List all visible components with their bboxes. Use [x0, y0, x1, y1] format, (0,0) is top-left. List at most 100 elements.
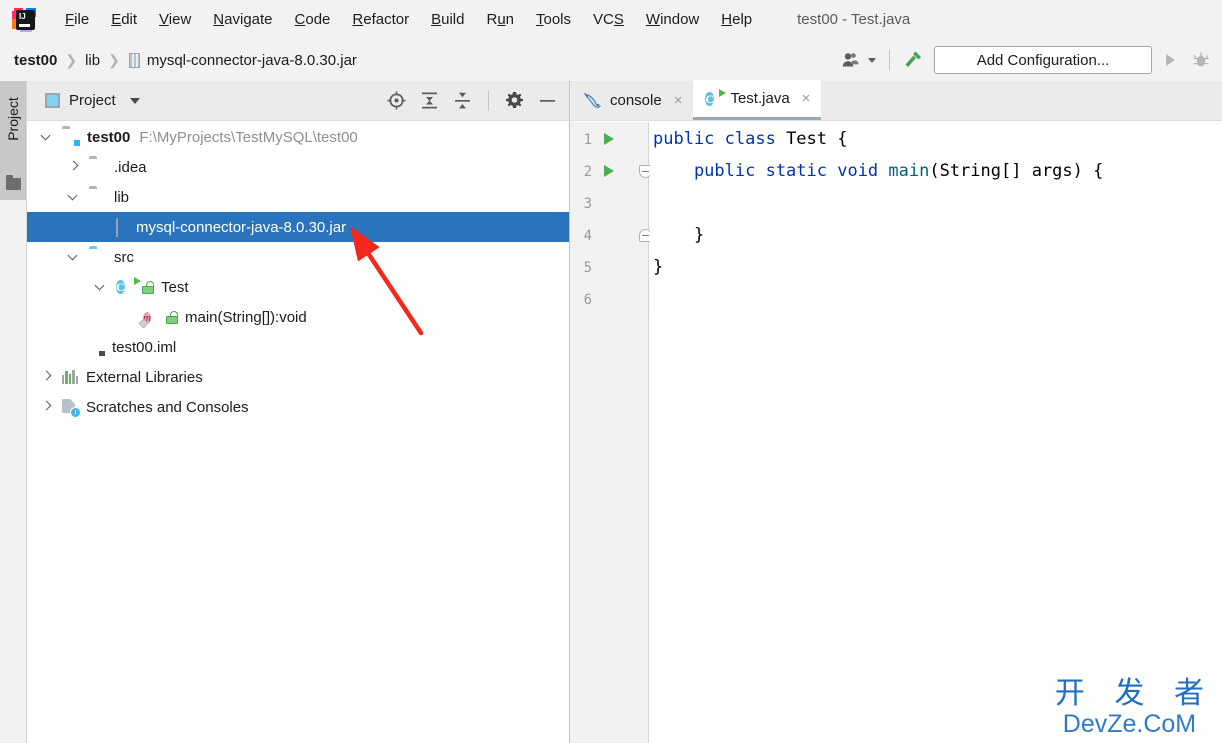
public-lock-icon — [142, 280, 154, 294]
run-gutter-icon[interactable] — [604, 133, 614, 145]
tree-row-path: F:\MyProjects\TestMySQL\test00 — [139, 128, 358, 146]
tree-row-label: test00 — [87, 128, 131, 146]
toolbar-divider — [889, 50, 890, 70]
project-folder-icon — [6, 175, 21, 190]
menu-item-code[interactable]: Code — [285, 9, 341, 30]
menu-item-help[interactable]: Help — [711, 9, 762, 30]
folder-icon — [89, 189, 107, 205]
external-libraries-icon — [62, 369, 79, 385]
tree-row[interactable]: C Test — [27, 272, 569, 302]
menu-item-run[interactable]: Run — [476, 9, 524, 30]
tree-row[interactable]: Scratches and Consoles — [27, 392, 569, 422]
tree-row-label: mysql-connector-java-8.0.30.jar — [136, 218, 347, 236]
tree-row-label: main(String[]):void — [185, 308, 307, 326]
line-number: 4 — [583, 228, 592, 244]
breadcrumb-separator: ❯ — [108, 51, 120, 68]
menu-item-build[interactable]: Build — [421, 9, 474, 30]
minimize-icon[interactable] — [538, 91, 557, 110]
code-token: } — [653, 225, 705, 245]
chevron-right-icon[interactable] — [69, 162, 79, 172]
menu-item-window[interactable]: Window — [636, 9, 709, 30]
line-number: 1 — [583, 132, 592, 148]
editor-tab-test-java[interactable]: C Test.java × — [693, 80, 822, 120]
tree-row[interactable]: m main(String[]):void — [27, 302, 569, 332]
tree-row-label: Scratches and Consoles — [86, 398, 249, 416]
public-lock-icon — [166, 310, 178, 324]
breadcrumb-item[interactable]: test00 — [14, 52, 57, 69]
code-token: } — [653, 257, 664, 277]
code-token: public static void — [653, 161, 889, 181]
tree-row[interactable]: mysql-connector-java-8.0.30.jar — [27, 212, 569, 242]
java-class-runnable-icon: C — [116, 277, 141, 296]
menu-item-tools[interactable]: Tools — [526, 9, 581, 30]
tree-row[interactable]: test00.iml — [27, 332, 569, 362]
code-token: public class — [653, 129, 787, 149]
code-token: Test { — [786, 129, 848, 149]
editor-area: console × C Test.java × 1 2 3 4 5 6 public class … — [571, 80, 1222, 743]
tree-row[interactable]: test00 F:\MyProjects\TestMySQL\test00 — [27, 122, 569, 152]
chevron-down-icon[interactable] — [42, 132, 52, 142]
chevron-down-icon[interactable] — [69, 192, 79, 202]
code-line: public static void main(String[] args) { — [653, 161, 1103, 181]
java-method-icon: m — [143, 312, 151, 324]
tree-arrow-placeholder — [96, 222, 106, 232]
editor-gutter: 1 2 3 4 5 6 — [571, 122, 652, 743]
tree-row[interactable]: lib — [27, 182, 569, 212]
build-hammer-icon[interactable] — [902, 49, 924, 71]
run-gutter-icon[interactable] — [604, 165, 614, 177]
line-number: 2 — [583, 164, 592, 180]
project-view-icon — [45, 93, 60, 108]
watermark-line-2: DevZe.CoM — [1062, 710, 1197, 738]
menu-item-navigate[interactable]: Navigate — [203, 9, 282, 30]
debug-bug-icon[interactable] — [1192, 51, 1210, 69]
project-tree: test00 F:\MyProjects\TestMySQL\test00 .ide… — [27, 122, 569, 422]
breadcrumb-item[interactable]: mysql-connector-java-8.0.30.jar — [147, 52, 357, 69]
chevron-down-icon[interactable] — [129, 97, 140, 104]
tree-row[interactable]: External Libraries — [27, 362, 569, 392]
close-icon[interactable]: × — [674, 93, 683, 108]
sidebar-item-project-label: Project — [5, 97, 21, 141]
navigation-bar: test00 ❯ lib ❯ mysql-connector-java-8.0.30.j… — [0, 39, 1222, 82]
mysql-dolphin-icon — [583, 92, 602, 109]
sidebar-item-project[interactable]: Project — [0, 81, 26, 200]
code-line: public class Test { — [653, 129, 847, 149]
menu-item-file[interactable]: File — [55, 9, 99, 30]
project-root-folder-icon — [62, 129, 81, 147]
menu-item-refactor[interactable]: Refactor — [342, 9, 419, 30]
menu-item-view[interactable]: View — [149, 9, 201, 30]
editor-tab-label: console — [610, 91, 662, 109]
chevron-right-icon[interactable] — [42, 372, 52, 382]
tree-row[interactable]: .idea — [27, 152, 569, 182]
chevron-down-icon[interactable] — [69, 252, 79, 262]
run-play-icon[interactable] — [1162, 52, 1178, 68]
menu-item-edit[interactable]: Edit — [101, 9, 147, 30]
window-title: test00 - Test.java — [797, 11, 911, 28]
chevron-right-icon[interactable] — [42, 402, 52, 412]
menu-bar: FileEditViewNavigateCodeRefactorBuildRun… — [0, 0, 1222, 40]
editor-tab-console[interactable]: console × — [571, 80, 693, 120]
folder-icon — [89, 159, 107, 175]
code-token: (String[] args) { — [929, 161, 1104, 181]
add-configuration-button[interactable]: Add Configuration... — [934, 46, 1152, 74]
chevron-down-icon[interactable] — [867, 56, 877, 64]
tree-row-label: .idea — [114, 158, 147, 176]
collapse-all-icon[interactable] — [453, 91, 472, 110]
locate-target-icon[interactable] — [387, 91, 406, 110]
jar-icon — [116, 217, 129, 237]
breadcrumb-item[interactable]: lib — [85, 52, 100, 69]
close-icon[interactable]: × — [802, 91, 811, 106]
gear-icon[interactable] — [505, 91, 524, 110]
project-panel-title: Project — [69, 92, 116, 109]
code-editor[interactable]: public class Test { public static void m… — [650, 122, 1222, 743]
intellij-idea-window: FileEditViewNavigateCodeRefactorBuildRun… — [0, 0, 1222, 743]
chevron-down-icon[interactable] — [96, 282, 106, 292]
menu-item-vcs[interactable]: VCS — [583, 9, 634, 30]
jar-icon — [128, 52, 140, 68]
tree-row[interactable]: src — [27, 242, 569, 272]
tree-row-label: External Libraries — [86, 368, 203, 386]
expand-all-icon[interactable] — [420, 91, 439, 110]
project-panel-toolbar — [387, 90, 557, 111]
source-folder-icon — [89, 249, 107, 265]
project-panel-header: Project — [27, 81, 569, 121]
user-account-icon[interactable] — [842, 51, 862, 69]
